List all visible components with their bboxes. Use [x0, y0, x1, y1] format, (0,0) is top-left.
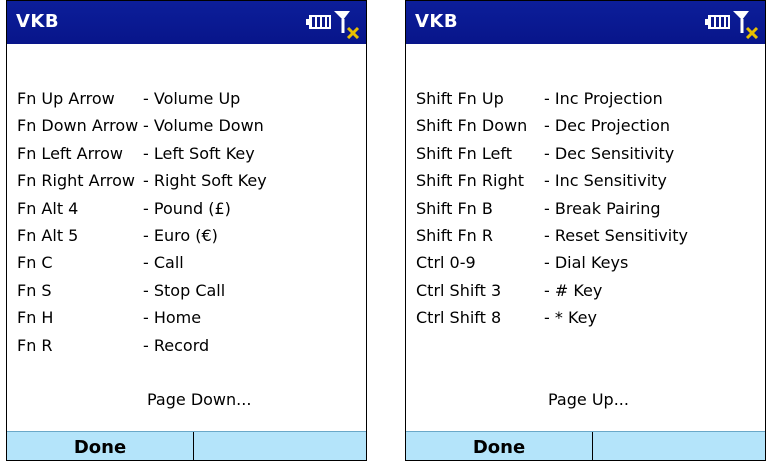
shortcut-key: Ctrl 0-9 [416, 253, 476, 273]
shortcut-key: Ctrl Shift 8 [416, 308, 502, 328]
shortcut-desc: - # Key [544, 280, 603, 300]
signal-off-icon [334, 11, 360, 39]
shortcut-desc: - Volume Up [143, 89, 241, 108]
phone-screen-left: VKB Fn Up Arrow - Volume Up Fn Down Arrow… [6, 0, 367, 461]
shortcut-key: Fn Alt 5 [17, 225, 79, 245]
app-title: VKB [16, 11, 60, 32]
shortcut-key: Shift Fn Left [416, 143, 512, 163]
title-bar: VKB [7, 1, 366, 44]
shortcut-key: Shift Fn R [416, 225, 493, 245]
shortcut-desc: - Inc Sensitivity [544, 171, 667, 191]
shortcut-desc: - Stop Call [143, 280, 226, 300]
right-softkey[interactable] [194, 432, 366, 460]
shortcut-key: Fn Left Arrow [17, 143, 123, 163]
shortcut-key: Ctrl Shift 3 [416, 280, 502, 300]
done-softkey[interactable]: Done [406, 432, 593, 460]
shortcut-desc: - Reset Sensitivity [544, 225, 688, 245]
shortcut-desc: - Inc Projection [544, 89, 663, 108]
right-softkey[interactable] [593, 432, 765, 460]
softkey-bar: Done [406, 431, 765, 460]
shortcut-desc: - Pound (£) [143, 198, 231, 218]
shortcut-desc: - Euro (€) [143, 225, 218, 245]
shortcut-key: Fn R [17, 335, 53, 355]
page-up-link[interactable]: Page Up... [548, 390, 629, 409]
shortcut-key: Fn Up Arrow [17, 89, 115, 108]
page-down-link[interactable]: Page Down... [147, 390, 251, 409]
shortcut-key: Fn Alt 4 [17, 198, 79, 218]
shortcut-desc: - Call [143, 253, 184, 273]
shortcut-desc: - * Key [544, 308, 597, 328]
shortcut-key: Fn S [17, 280, 52, 300]
shortcut-key: Fn Right Arrow [17, 171, 135, 191]
shortcut-desc: - Record [143, 335, 210, 355]
shortcut-key: Shift Fn B [416, 198, 493, 218]
shortcut-key: Fn C [17, 253, 53, 273]
title-bar: VKB [406, 1, 765, 44]
app-title: VKB [415, 11, 459, 32]
shortcut-desc: - Dec Sensitivity [544, 143, 675, 163]
phone-screen-right: VKB Shift Fn Up - Inc Projection Shift Fn… [405, 0, 766, 461]
shortcut-desc: - Right Soft Key [143, 171, 267, 191]
shortcut-desc: - Dec Projection [544, 116, 671, 136]
battery-icon [705, 15, 730, 29]
shortcut-desc: - Left Soft Key [143, 143, 255, 163]
battery-icon [306, 15, 331, 29]
softkey-bar: Done [7, 431, 366, 460]
shortcut-desc: - Home [143, 308, 202, 328]
signal-off-icon [733, 11, 759, 39]
shortcut-desc: - Break Pairing [544, 198, 661, 218]
done-softkey[interactable]: Done [7, 432, 194, 460]
shortcut-desc: - Volume Down [143, 116, 264, 136]
shortcut-key: Shift Fn Right [416, 171, 525, 191]
shortcut-key: Fn Down Arrow [17, 116, 139, 136]
shortcut-key: Shift Fn Down [416, 116, 528, 136]
shortcut-key: Shift Fn Up [416, 89, 504, 108]
shortcut-desc: - Dial Keys [544, 253, 629, 273]
shortcut-key: Fn H [17, 308, 54, 328]
